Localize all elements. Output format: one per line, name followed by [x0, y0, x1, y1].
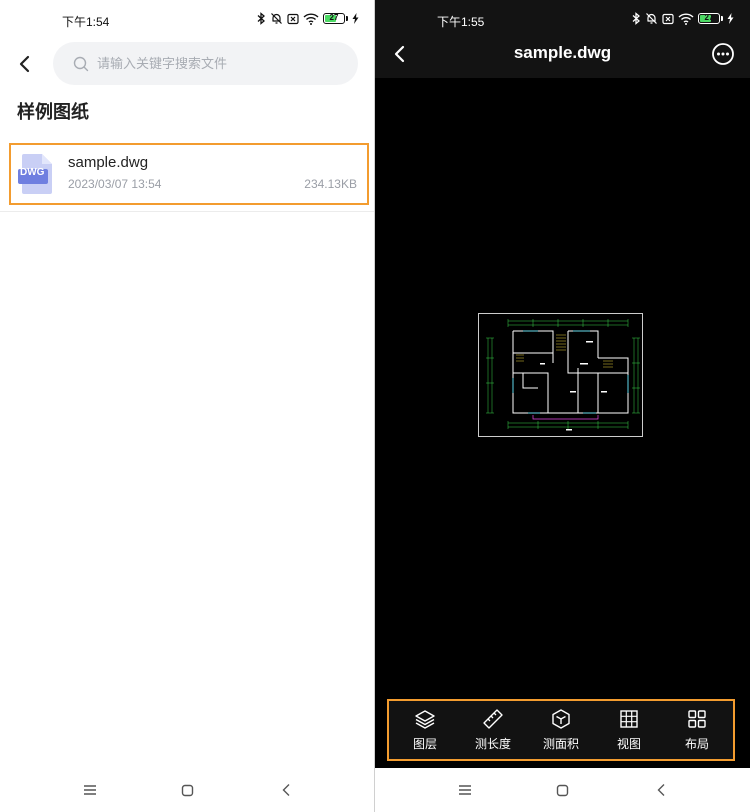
- layout-icon: [688, 710, 706, 728]
- document-title: sample.dwg: [513, 43, 612, 62]
- bluetooth-icon: [632, 12, 640, 25]
- menu-nav-button[interactable]: [453, 778, 477, 802]
- battery-level: 27: [704, 13, 714, 22]
- home-nav-button[interactable]: [176, 778, 200, 802]
- file-list-screen: 下午1:54 27 样例图纸 DWG sample.dwg 2023/03/07: [0, 0, 375, 812]
- tool-layout[interactable]: 布局: [667, 708, 727, 752]
- back-button[interactable]: [12, 50, 36, 78]
- battery-icon: 27: [323, 13, 348, 24]
- status-icons: 27: [632, 12, 734, 25]
- system-nav-bar: [0, 768, 374, 812]
- menu-icon: [458, 785, 471, 795]
- drawing-canvas[interactable]: [375, 78, 750, 700]
- file-item-sample[interactable]: DWG sample.dwg 2023/03/07 13:54 234.13KB: [9, 143, 369, 205]
- wifi-icon: [678, 12, 694, 25]
- mute-bell-icon: [646, 13, 657, 24]
- list-divider: [0, 211, 374, 212]
- search-box[interactable]: [53, 42, 358, 85]
- file-date: 2023/03/07 13:54: [68, 177, 162, 191]
- no-sim-icon: [662, 13, 674, 24]
- file-type-label: DWG: [20, 167, 45, 178]
- file-name: sample.dwg: [68, 154, 149, 171]
- wifi-icon: [303, 12, 319, 25]
- charging-icon: [352, 13, 359, 24]
- tool-view[interactable]: 视图: [599, 708, 659, 752]
- section-title: 样例图纸: [17, 102, 89, 122]
- dwg-viewer-screen: 下午1:55 27 sample.dwg 图层 测长度 测面积 视图 布局: [375, 0, 750, 812]
- tool-layers-label: 图层: [412, 737, 437, 751]
- status-bar: 下午1:54 27: [0, 0, 374, 40]
- tool-layers[interactable]: 图层: [395, 708, 455, 752]
- home-square-icon: [181, 784, 194, 796]
- back-nav-button[interactable]: [274, 778, 298, 802]
- floor-plan-drawing: [478, 313, 643, 437]
- tool-measure-area-label: 测面积: [542, 737, 579, 751]
- battery-icon: 27: [698, 13, 723, 24]
- status-icons: 27: [257, 12, 359, 25]
- back-triangle-icon: [282, 784, 289, 796]
- bluetooth-icon: [257, 12, 265, 25]
- more-dots-icon: [712, 43, 734, 65]
- status-bar: 下午1:55 27: [375, 0, 750, 40]
- chevron-left-icon: [19, 55, 30, 73]
- status-time: 下午1:55: [437, 15, 485, 29]
- cad-toolbar: 图层 测长度 测面积 视图 布局: [387, 699, 735, 761]
- tool-measure-length[interactable]: 测长度: [463, 708, 523, 752]
- tool-view-label: 视图: [616, 737, 641, 751]
- home-nav-button[interactable]: [551, 778, 575, 802]
- file-size: 234.13KB: [304, 177, 357, 191]
- more-options-button[interactable]: [711, 42, 735, 66]
- menu-nav-button[interactable]: [78, 778, 102, 802]
- cube-icon: [552, 709, 570, 729]
- menu-icon: [83, 785, 96, 795]
- tool-layout-label: 布局: [684, 737, 709, 751]
- battery-level: 27: [329, 13, 339, 22]
- ruler-icon: [483, 709, 503, 729]
- mute-bell-icon: [271, 13, 282, 24]
- tool-measure-length-label: 测长度: [474, 737, 511, 751]
- home-square-icon: [556, 784, 569, 796]
- system-nav-bar: [375, 768, 750, 812]
- back-triangle-icon: [657, 784, 664, 796]
- toolbar-spacer: [375, 761, 750, 768]
- search-input[interactable]: [97, 56, 337, 71]
- grid-view-icon: [620, 710, 638, 728]
- back-nav-button[interactable]: [649, 778, 673, 802]
- tool-measure-area[interactable]: 测面积: [531, 708, 591, 752]
- search-icon: [73, 56, 89, 71]
- status-time: 下午1:54: [62, 15, 110, 29]
- layers-icon: [415, 710, 435, 729]
- no-sim-icon: [287, 13, 299, 24]
- charging-icon: [727, 13, 734, 24]
